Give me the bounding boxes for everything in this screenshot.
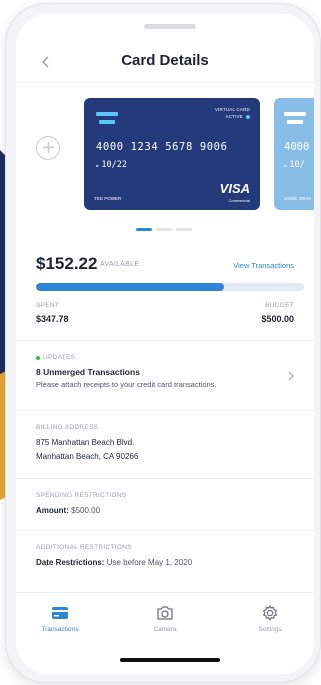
tab-label: Settings	[258, 626, 282, 633]
budget-label: BUDGET	[265, 302, 294, 309]
additional-restrictions-label: ADDITIONAL RESTRICTIONS	[36, 544, 132, 551]
valid-thru-icon: ▬	[96, 163, 99, 168]
camera-icon	[155, 604, 175, 622]
chevron-right-icon[interactable]	[286, 370, 296, 385]
card-icon	[50, 604, 70, 622]
view-transactions-link[interactable]: View Transactions	[233, 261, 294, 270]
spent-value: $347.78	[36, 314, 69, 324]
budget-progress-bar	[36, 283, 304, 291]
phone-frame: Card Details VIRTUAL CARD ACTIVE 4000 12…	[6, 4, 320, 682]
available-label: AVAILABLE	[100, 261, 140, 268]
card-brand: VISA	[219, 181, 250, 196]
date-restrictions-value: Use before May 1, 2020	[106, 558, 193, 567]
valid-thru-icon: ▬	[284, 163, 287, 168]
tab-settings[interactable]: Settings	[230, 604, 310, 633]
tab-bar: Transactions Camera Settings	[16, 604, 314, 644]
budget-progress-fill	[36, 283, 224, 291]
status-dot-icon	[246, 114, 250, 119]
updates-title: 8 Unmerged Transactions	[36, 367, 140, 377]
tabbar-divider	[16, 592, 314, 593]
card-type-label: VIRTUAL CARD	[214, 107, 250, 112]
tab-camera[interactable]: Camera	[125, 604, 205, 633]
header: Card Details	[16, 48, 314, 78]
billing-address-line1: 875 Manhattan Beach Blvd.	[36, 438, 135, 447]
card-number: 4000	[284, 141, 310, 153]
card-expiry: 10/	[289, 160, 305, 170]
tab-transactions[interactable]: Transactions	[20, 604, 100, 633]
app-screen: Card Details VIRTUAL CARD ACTIVE 4000 12…	[16, 14, 314, 674]
updates-label: UPDATES	[43, 354, 76, 361]
tab-label: Camera	[153, 626, 177, 633]
header-divider	[16, 82, 314, 83]
card-status: ACTIVE	[225, 114, 243, 119]
home-indicator	[120, 658, 220, 662]
card-logo-icon	[96, 112, 118, 128]
divider	[16, 478, 314, 479]
card-holder: TED POWER	[94, 196, 122, 201]
budget-value: $500.00	[261, 314, 294, 324]
card-logo-icon	[284, 112, 306, 128]
card-pager	[136, 228, 192, 231]
spending-restrictions-label: SPENDING RESTRICTIONS	[36, 492, 127, 499]
add-card-button[interactable]	[36, 136, 60, 160]
page-title: Card Details	[121, 52, 209, 69]
divider	[16, 410, 314, 411]
card-number: 4000 1234 5678 9006	[96, 141, 228, 153]
updates-description: Please attach receipts to your credit ca…	[36, 380, 217, 389]
spending-amount: Amount: $500.00	[36, 505, 100, 517]
spending-amount-value: $500.00	[71, 506, 101, 515]
billing-address-line2: Manhattan Beach, CA 90266	[36, 452, 139, 461]
spending-amount-key: Amount:	[36, 506, 69, 515]
pager-dot[interactable]	[156, 228, 172, 231]
gear-icon	[260, 604, 280, 622]
tab-label: Transactions	[41, 626, 79, 633]
next-card[interactable]: 4000 ▬ 10/ JAMIE JOHN	[274, 98, 314, 210]
update-dot-icon	[36, 355, 40, 360]
card-holder: JAMIE JOHN	[284, 196, 311, 201]
divider	[16, 340, 314, 341]
divider	[16, 530, 314, 531]
pager-dot[interactable]	[136, 228, 152, 231]
virtual-card[interactable]: VIRTUAL CARD ACTIVE 4000 1234 5678 9006 …	[84, 98, 260, 210]
card-brand-sub: Commercial	[228, 198, 250, 203]
pager-dot[interactable]	[176, 228, 192, 231]
speaker-notch	[144, 24, 196, 29]
available-amount: $152.22	[36, 254, 98, 273]
card-expiry: 10/22	[101, 160, 128, 170]
plus-icon	[42, 142, 54, 153]
billing-address-label: BILLING ADDRESS	[36, 424, 99, 431]
spent-label: SPENT	[36, 302, 60, 309]
date-restrictions: Date Restrictions: Use before May 1, 202…	[36, 557, 192, 569]
date-restrictions-key: Date Restrictions:	[36, 558, 105, 567]
